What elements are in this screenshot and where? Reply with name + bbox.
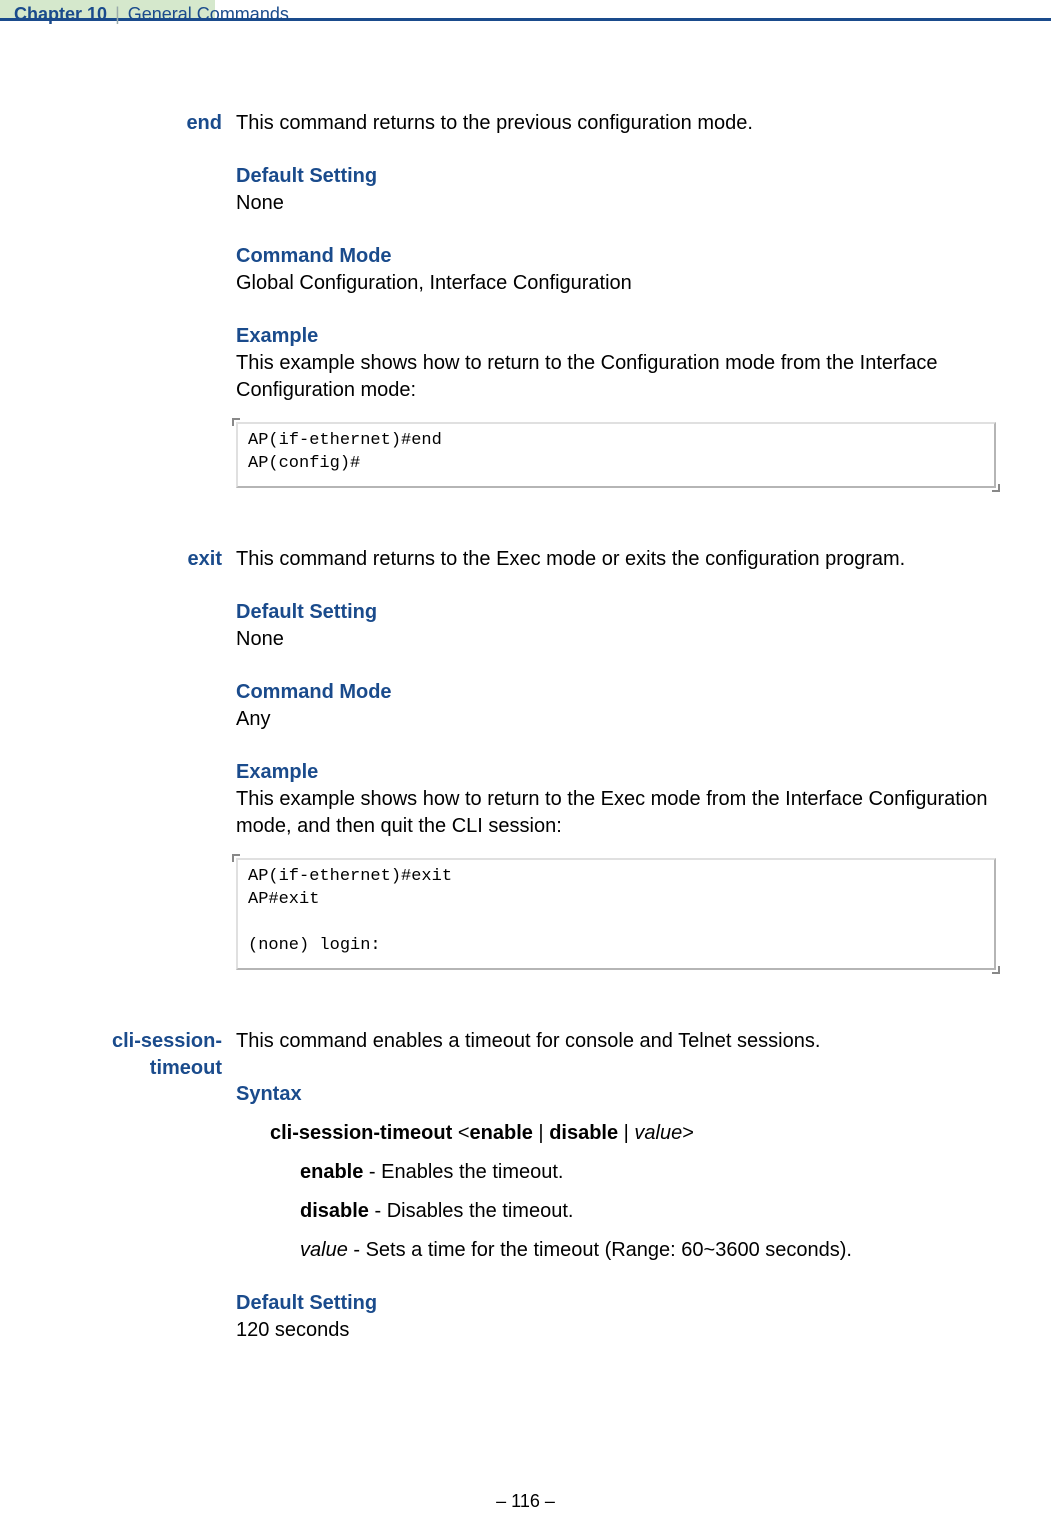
code-block: AP(if-ethernet)#exit AP#exit (none) logi… <box>236 858 996 970</box>
default-setting-label: Default Setting <box>236 599 996 626</box>
param-term: enable <box>300 1161 363 1183</box>
syntax-opt-value: value <box>634 1122 682 1144</box>
command-name: end <box>50 110 236 488</box>
param-desc: - Disables the timeout. <box>369 1200 574 1222</box>
footer-dash-left: – <box>496 1491 511 1511</box>
chapter-label: Chapter 10 <box>14 4 107 24</box>
syntax-label: Syntax <box>236 1081 996 1108</box>
command-desc: This command enables a timeout for conso… <box>236 1028 996 1055</box>
command-desc: This command returns to the Exec mode or… <box>236 546 996 573</box>
syntax-opt-enable: enable <box>470 1122 533 1144</box>
command-section-cli-session-timeout: cli-session-timeout This command enables… <box>50 1028 996 1344</box>
param-term: disable <box>300 1200 369 1222</box>
command-mode-value: Any <box>236 706 996 733</box>
command-desc: This command returns to the previous con… <box>236 110 996 137</box>
example-desc: This example shows how to return to the … <box>236 786 996 840</box>
page-footer: – 116 – <box>0 1489 1051 1513</box>
param-desc: - Sets a time for the timeout (Range: 60… <box>348 1239 852 1261</box>
syntax-param: enable - Enables the timeout. <box>236 1159 996 1186</box>
example-label: Example <box>236 323 996 350</box>
syntax-line: cli-session-timeout <enable | disable | … <box>236 1120 996 1147</box>
header-separator: | <box>112 4 123 24</box>
default-setting-label: Default Setting <box>236 1290 996 1317</box>
section-label: General Commands <box>128 4 289 24</box>
footer-dash-right: – <box>540 1491 555 1511</box>
example-label: Example <box>236 759 996 786</box>
code-block: AP(if-ethernet)#end AP(config)# <box>236 422 996 488</box>
command-name: cli-session-timeout <box>50 1028 236 1344</box>
default-setting-value: None <box>236 190 996 217</box>
command-section-exit: exit This command returns to the Exec mo… <box>50 546 996 970</box>
syntax-close: > <box>682 1122 694 1144</box>
syntax-open: < <box>452 1122 469 1144</box>
syntax-sep: | <box>618 1122 634 1144</box>
page-number: 116 <box>511 1491 540 1511</box>
syntax-opt-disable: disable <box>549 1122 618 1144</box>
syntax-sep: | <box>533 1122 549 1144</box>
command-mode-value: Global Configuration, Interface Configur… <box>236 270 996 297</box>
command-mode-label: Command Mode <box>236 679 996 706</box>
param-desc: - Enables the timeout. <box>363 1161 563 1183</box>
command-section-end: end This command returns to the previous… <box>50 110 996 488</box>
param-term: value <box>300 1239 348 1261</box>
default-setting-label: Default Setting <box>236 163 996 190</box>
default-setting-value: 120 seconds <box>236 1317 996 1344</box>
command-mode-label: Command Mode <box>236 243 996 270</box>
syntax-param: disable - Disables the timeout. <box>236 1198 996 1225</box>
example-desc: This example shows how to return to the … <box>236 350 996 404</box>
page-header: Chapter 10 | General Commands <box>14 2 289 26</box>
syntax-param: value - Sets a time for the timeout (Ran… <box>236 1237 996 1264</box>
command-name: exit <box>50 546 236 970</box>
page-content: end This command returns to the previous… <box>50 110 996 1402</box>
default-setting-value: None <box>236 626 996 653</box>
syntax-cmd: cli-session-timeout <box>270 1122 452 1144</box>
